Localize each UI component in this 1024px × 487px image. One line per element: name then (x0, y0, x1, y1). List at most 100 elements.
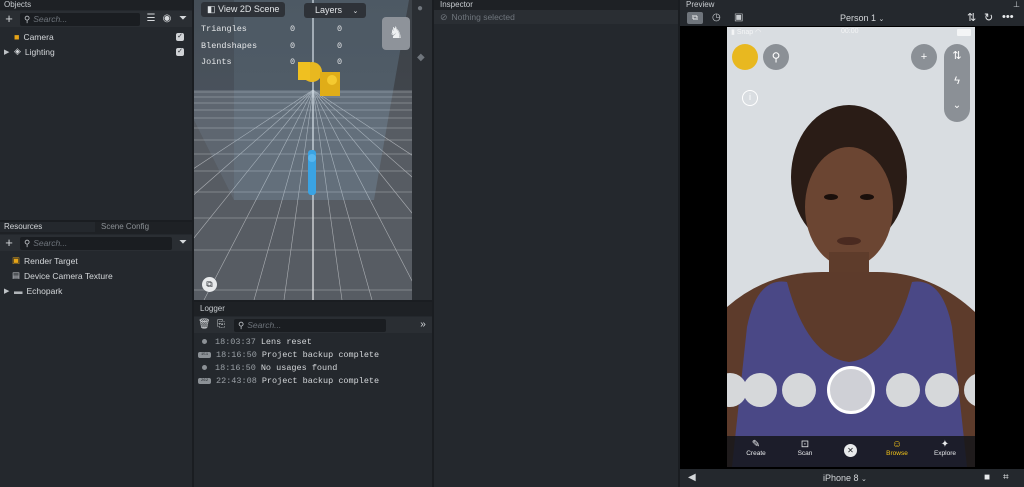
smiley-icon: ☺ (891, 439, 903, 450)
inspector-title: Inspector (434, 0, 678, 10)
lens-option[interactable] (782, 373, 816, 407)
video-camera-icon[interactable]: ■ (984, 472, 990, 483)
list-icon[interactable]: ☰ (146, 14, 156, 24)
preview-mode-icon[interactable]: ⧉ (687, 12, 703, 24)
tree-item-camera[interactable]: ■ Camera ✓ (0, 29, 192, 44)
filter-icon[interactable]: ⏷ (178, 14, 188, 24)
preview-panel: Preview ⊥ ⧉ ◷ ▣ Person 1 ⌄ ⇅ ↻ ••• ▮ Sna… (680, 0, 1024, 487)
trash-icon[interactable]: 🗑 (198, 320, 211, 330)
view-2d-scene-button[interactable]: ◧ View 2D Scene (201, 2, 286, 17)
more-icon[interactable]: ••• (1002, 11, 1014, 23)
objects-search-input[interactable]: ⚲ Search... (20, 12, 140, 26)
resource-label: Device Camera Texture (24, 270, 113, 281)
render-target-icon: ▣ (12, 255, 21, 265)
folder-icon: ▬ (14, 285, 23, 296)
swap-camera-icon[interactable]: ⇅ (967, 11, 976, 24)
add-icon[interactable]: + (4, 236, 14, 249)
reset-icon[interactable]: ↻ (984, 11, 993, 24)
layers-dropdown[interactable]: Layers ⌄ (304, 3, 366, 18)
device-dropdown[interactable]: iPhone 8 ⌄ (823, 473, 867, 483)
crop-icon[interactable]: ⌗ (1003, 472, 1009, 483)
inspector-empty-text: Nothing selected (451, 12, 515, 22)
search-icon: ⚲ (238, 319, 245, 330)
camera-controls-tray: ⇅ ϟ ⌄ (944, 44, 970, 122)
battery-icon (957, 29, 971, 36)
logger-toolbar: 🗑 ⎘ ⚲ Search... » (194, 317, 432, 333)
resources-panel: Resources Scene Config + ⚲ Search... ⏷ ▣… (0, 222, 192, 487)
lens-option[interactable] (925, 373, 959, 407)
nav-browse[interactable]: ☺ Browse (882, 439, 912, 457)
resource-item-device-camera-texture[interactable]: ▤ Device Camera Texture (0, 268, 192, 283)
resources-search-placeholder: Search... (33, 238, 68, 248)
clear-filter-icon[interactable]: ⎘ (216, 320, 226, 330)
chevron-down-icon[interactable]: ⌄ (944, 100, 970, 111)
resources-search-input[interactable]: ⚲ Search... (20, 236, 172, 250)
log-row[interactable]: 262 22:43:08 Project backup complete (194, 374, 432, 387)
magic-wand-icon: ✎ (751, 439, 761, 450)
clock-icon[interactable]: ◷ (712, 12, 721, 23)
expand-arrow-icon[interactable]: ▶ (4, 287, 10, 295)
speaker-icon[interactable]: ◀ (688, 472, 696, 483)
stat-label: Blendshapes (201, 41, 258, 51)
add-friend-icon[interactable]: + (911, 44, 937, 70)
snapchat-icon[interactable]: ◆ (417, 52, 425, 63)
maximize-icon[interactable]: ⧉ (202, 277, 217, 292)
preview-pin-icon[interactable]: ⊥ (1013, 0, 1020, 9)
visibility-checkbox[interactable]: ✓ (176, 47, 184, 56)
preview-title: Preview (680, 0, 1024, 10)
eye-icon[interactable]: ◉ (162, 14, 172, 24)
nav-explore[interactable]: ✦ Explore (930, 439, 960, 457)
log-count-badge: 151 (198, 351, 211, 358)
signal-icon: ▮ (731, 29, 735, 36)
settings-icon[interactable]: ● (417, 3, 423, 14)
tree-item-label: Lighting (24, 46, 55, 57)
stat-value: 0 (337, 41, 343, 51)
log-row[interactable]: 18:03:37 Lens reset (194, 335, 432, 348)
visibility-checkbox[interactable]: ✓ (176, 32, 184, 41)
expand-chevrons-icon[interactable]: » (418, 320, 428, 330)
camera-icon: ■ (14, 31, 20, 42)
log-row[interactable]: 18:16:50 No usages found (194, 361, 432, 374)
snapchat-ghost-icon[interactable]: ♞ (382, 17, 410, 50)
inspector-panel: Inspector ⊘ Nothing selected (434, 0, 678, 487)
lens-option[interactable] (886, 373, 920, 407)
nav-create[interactable]: ✎ Create (741, 439, 771, 457)
preview-device-icon[interactable]: ▣ (734, 12, 743, 23)
resource-label: Render Target (24, 255, 78, 266)
search-icon[interactable]: ⚲ (763, 44, 789, 70)
stat-value: 0 (337, 24, 343, 34)
tab-scene-config[interactable]: Scene Config (97, 222, 153, 232)
lens-option[interactable] (964, 373, 975, 407)
wifi-icon: ◠ (755, 29, 762, 36)
bitmoji-avatar[interactable] (732, 44, 758, 70)
lighting-icon: ◈ (14, 46, 21, 56)
logger-search-input[interactable]: ⚲ Search... (234, 318, 386, 332)
logger-search-placeholder: Search... (247, 320, 282, 330)
resource-item-echopark[interactable]: ▶ ▬ Echopark (0, 283, 192, 298)
objects-panel: Objects + ⚲ Search... ☰ ◉ ⏷ ■ Camera ✓ ▶… (0, 0, 192, 220)
expand-arrow-icon[interactable]: ▶ (4, 48, 10, 56)
tree-item-lighting[interactable]: ▶ ◈ Lighting ✓ (0, 44, 192, 59)
add-icon[interactable]: + (4, 12, 14, 25)
scan-icon: ⊡ (800, 439, 810, 450)
scene-viewport[interactable]: ◧ View 2D Scene Layers ⌄ ♞ ⧉ Triangles 0… (194, 0, 432, 300)
stat-value: 0 (290, 57, 296, 67)
logger-panel: Logger 🗑 ⎘ ⚲ Search... » 18:03:37 Lens r… (194, 302, 432, 487)
flip-camera-icon[interactable]: ⇅ (944, 49, 970, 62)
capture-button[interactable] (827, 366, 875, 414)
log-bullet-icon (202, 339, 207, 344)
resource-item-render-target[interactable]: ▣ Render Target (0, 253, 192, 268)
preview-bottom-bar: ◀ iPhone 8 ⌄ ■ ⌗ (680, 469, 1024, 487)
lens-option[interactable] (743, 373, 777, 407)
stat-label: Joints (201, 57, 232, 67)
flash-off-icon[interactable]: ϟ (944, 75, 970, 87)
close-lens-button[interactable]: ✕ (844, 444, 857, 457)
info-icon[interactable]: i (742, 90, 758, 106)
chevron-down-icon: ⌄ (352, 8, 359, 15)
person-dropdown[interactable]: Person 1 ⌄ (840, 13, 884, 23)
tab-resources[interactable]: Resources (0, 222, 95, 232)
filter-icon[interactable]: ⏷ (178, 238, 188, 248)
nav-scan[interactable]: ⊡ Scan (790, 439, 820, 457)
phone-screen[interactable]: ▮ Snap ◠ 00:00 ⚲ + ⇅ ϟ ⌄ i ✎ Create ⊡ Sc… (727, 27, 975, 467)
log-row[interactable]: 151 18:16:50 Project backup complete (194, 348, 432, 361)
